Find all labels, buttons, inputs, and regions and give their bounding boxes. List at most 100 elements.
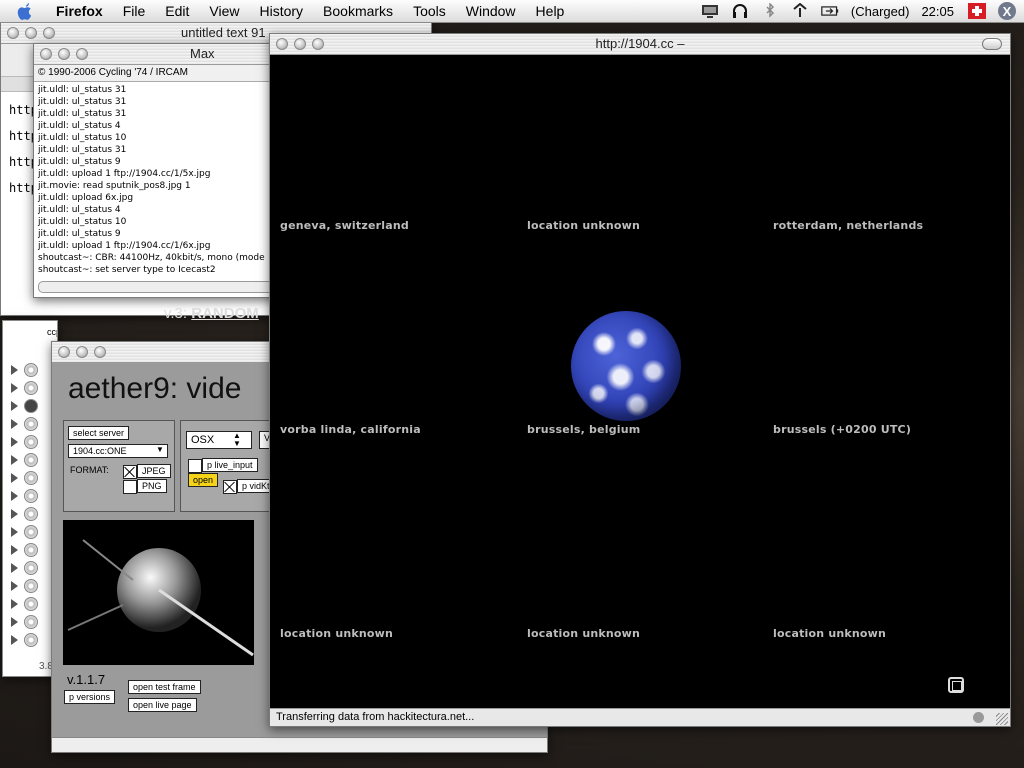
disclosure-triangle-icon[interactable] bbox=[11, 365, 18, 375]
menu-tools[interactable]: Tools bbox=[403, 0, 456, 22]
close-button[interactable] bbox=[276, 38, 288, 50]
disc-icon[interactable] bbox=[24, 615, 38, 629]
stepper-icon[interactable]: ▲ ▼ bbox=[233, 432, 241, 448]
zoom-button[interactable] bbox=[312, 38, 324, 50]
menu-window[interactable]: Window bbox=[456, 0, 526, 22]
disclosure-triangle-icon[interactable] bbox=[11, 509, 18, 519]
disc-icon[interactable] bbox=[24, 507, 38, 521]
menu-file[interactable]: File bbox=[113, 0, 156, 22]
os-menu[interactable]: OSX bbox=[186, 431, 252, 449]
menu-help[interactable]: Help bbox=[526, 0, 575, 22]
max-log[interactable]: jit.uldl: ul_status 31 jit.uldl: ul_stat… bbox=[38, 84, 265, 276]
close-button[interactable] bbox=[40, 48, 52, 60]
status-bar: Transferring data from hackitectura.net.… bbox=[270, 708, 1010, 726]
disc-icon[interactable] bbox=[24, 579, 38, 593]
disclosure-triangle-icon[interactable] bbox=[11, 419, 18, 429]
disclosure-triangle-icon[interactable] bbox=[11, 455, 18, 465]
disclosure-triangle-icon[interactable] bbox=[11, 563, 18, 573]
display-icon[interactable] bbox=[701, 3, 719, 19]
server-menu[interactable]: 1904.cc:ONE bbox=[68, 444, 168, 458]
earth-globe-image[interactable] bbox=[571, 311, 681, 421]
menu-history[interactable]: History bbox=[249, 0, 313, 22]
versions-button[interactable]: p versions bbox=[64, 690, 116, 704]
dark-disc-icon[interactable] bbox=[24, 399, 38, 413]
jpeg-checkbox[interactable] bbox=[123, 465, 137, 479]
zoom-button[interactable] bbox=[43, 27, 55, 39]
aether-version: v.1.1.7 bbox=[67, 672, 106, 687]
disclosure-triangle-icon[interactable] bbox=[11, 581, 18, 591]
minimize-button[interactable] bbox=[76, 346, 88, 358]
disclosure-triangle-icon[interactable] bbox=[11, 473, 18, 483]
max-titlebar[interactable]: Max bbox=[34, 44, 294, 65]
chevron-down-icon: ▼ bbox=[156, 445, 164, 454]
fullscreen-icon[interactable] bbox=[948, 677, 964, 693]
spotlight-icon[interactable]: X bbox=[998, 2, 1016, 20]
disc-icon[interactable] bbox=[24, 471, 38, 485]
menu-bookmarks[interactable]: Bookmarks bbox=[313, 0, 403, 22]
zoom-button[interactable] bbox=[94, 346, 106, 358]
random-link[interactable]: RANDOM bbox=[191, 305, 259, 322]
firefox-titlebar[interactable]: http://1904.cc – bbox=[270, 34, 1010, 55]
live-input-checkbox[interactable] bbox=[188, 459, 202, 473]
bluetooth-icon[interactable] bbox=[761, 3, 779, 19]
disc-icon[interactable] bbox=[24, 543, 38, 557]
disc-icon[interactable] bbox=[24, 453, 38, 467]
max-console-window: Max © 1990-2006 Cycling '74 / IRCAM jit.… bbox=[33, 43, 295, 298]
disclosure-triangle-icon[interactable] bbox=[11, 635, 18, 645]
disk-icon[interactable] bbox=[24, 363, 38, 377]
menu-clock[interactable]: 22:05 bbox=[921, 4, 954, 19]
untitled-title: untitled text 91 bbox=[181, 25, 266, 40]
disclosure-triangle-icon[interactable] bbox=[11, 545, 18, 555]
menu-edit[interactable]: Edit bbox=[155, 0, 199, 22]
disclosure-triangle-icon[interactable] bbox=[11, 491, 18, 501]
close-button[interactable] bbox=[58, 346, 70, 358]
disc-icon[interactable] bbox=[24, 489, 38, 503]
disclosure-triangle-icon[interactable] bbox=[11, 437, 18, 447]
disc-icon[interactable] bbox=[24, 525, 38, 539]
security-icon[interactable] bbox=[973, 712, 984, 723]
disclosure-triangle-icon[interactable] bbox=[11, 401, 18, 411]
airport-icon[interactable] bbox=[791, 3, 809, 19]
minimize-button[interactable] bbox=[25, 27, 37, 39]
open-message[interactable]: open bbox=[188, 473, 219, 487]
location-label: vorba linda, california bbox=[280, 423, 421, 436]
disc-icon[interactable] bbox=[24, 435, 38, 449]
finder-file-name[interactable]: ccpublisher.po bbox=[47, 327, 57, 337]
zoom-button[interactable] bbox=[76, 48, 88, 60]
log-line: jit.uldl: ul_status 31 bbox=[38, 97, 127, 107]
disc-icon[interactable] bbox=[24, 561, 38, 575]
log-line: jit.uldl: ul_status 4 bbox=[38, 205, 121, 215]
disc-icon[interactable] bbox=[24, 381, 38, 395]
disc-icon[interactable] bbox=[24, 597, 38, 611]
disclosure-triangle-icon[interactable] bbox=[11, 383, 18, 393]
max-title: Max bbox=[190, 46, 215, 61]
battery-icon[interactable] bbox=[821, 3, 839, 19]
disc-icon[interactable] bbox=[24, 417, 38, 431]
toolbar-toggle-button[interactable] bbox=[982, 38, 1002, 50]
apple-menu-icon[interactable] bbox=[14, 1, 34, 21]
menu-app-firefox[interactable]: Firefox bbox=[46, 0, 113, 22]
max-horizontal-scrollbar[interactable] bbox=[38, 281, 294, 293]
background-version-label: v.3: RANDOM bbox=[164, 305, 259, 322]
open-live-page-button[interactable]: open live page bbox=[128, 698, 197, 712]
disclosure-triangle-icon[interactable] bbox=[11, 599, 18, 609]
input-flag-icon[interactable] bbox=[968, 3, 986, 19]
minimize-button[interactable] bbox=[58, 48, 70, 60]
minimize-button[interactable] bbox=[294, 38, 306, 50]
vidkt-checkbox[interactable] bbox=[223, 480, 237, 494]
menu-view[interactable]: View bbox=[199, 0, 249, 22]
close-button[interactable] bbox=[7, 27, 19, 39]
resize-grip-icon[interactable] bbox=[996, 713, 1008, 725]
log-line: jit.uldl: ul_status 4 bbox=[38, 121, 121, 131]
open-test-frame-button[interactable]: open test frame bbox=[128, 680, 201, 694]
png-checkbox[interactable] bbox=[123, 480, 137, 494]
select-server-button[interactable]: select server bbox=[68, 426, 130, 440]
disclosure-triangle-icon[interactable] bbox=[11, 527, 18, 537]
aether-horizontal-scrollbar[interactable] bbox=[52, 737, 547, 752]
log-line: jit.uldl: ul_status 31 bbox=[38, 145, 127, 155]
live-input-object[interactable]: p live_input bbox=[202, 458, 258, 472]
headphones-icon[interactable] bbox=[731, 3, 749, 19]
disclosure-triangle-icon[interactable] bbox=[11, 617, 18, 627]
disc-icon[interactable] bbox=[24, 633, 38, 647]
location-label: geneva, switzerland bbox=[280, 219, 409, 232]
